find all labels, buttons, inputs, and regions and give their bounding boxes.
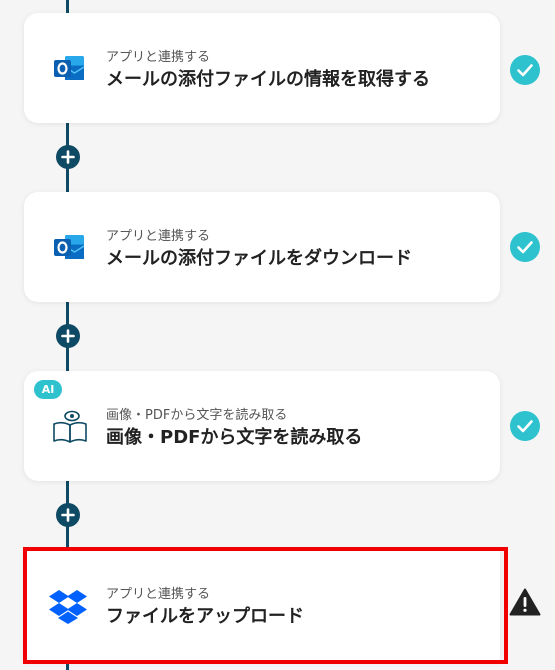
step-card-1[interactable]: アプリと連携する メールの添付ファイルの情報を取得する: [24, 13, 500, 123]
step-title: ファイルをアップロード: [106, 606, 304, 627]
step-subtitle: 画像・PDFから文字を読み取る: [106, 408, 288, 423]
add-step-button[interactable]: [56, 324, 80, 348]
step-card-3[interactable]: 画像・PDFから文字を読み取る 画像・PDFから文字を読み取る: [24, 371, 500, 481]
check-circle-icon: [510, 55, 540, 85]
step-card-2[interactable]: アプリと連携する メールの添付ファイルをダウンロード: [24, 192, 500, 302]
step-title: 画像・PDFから文字を読み取る: [106, 427, 363, 448]
step-title: メールの添付ファイルをダウンロード: [106, 248, 412, 269]
book-eye-ocr-icon: [52, 407, 88, 445]
step-subtitle: アプリと連携する: [106, 229, 211, 244]
flow-canvas: アプリと連携する メールの添付ファイルの情報を取得する アプリと連携する メール…: [0, 0, 555, 670]
step-subtitle: アプリと連携する: [106, 50, 211, 65]
ai-badge: AI: [34, 380, 62, 399]
add-step-button[interactable]: [56, 503, 80, 527]
check-circle-icon: [510, 232, 540, 262]
outlook-icon: [52, 230, 86, 264]
check-circle-icon: [510, 411, 540, 441]
warning-triangle-icon: [509, 587, 541, 617]
step-card-4[interactable]: アプリと連携する ファイルをアップロード: [24, 550, 500, 661]
outlook-icon: [52, 51, 86, 85]
add-step-button[interactable]: [56, 145, 80, 169]
step-subtitle: アプリと連携する: [106, 587, 211, 602]
dropbox-icon: [48, 588, 88, 624]
step-title: メールの添付ファイルの情報を取得する: [106, 69, 430, 90]
